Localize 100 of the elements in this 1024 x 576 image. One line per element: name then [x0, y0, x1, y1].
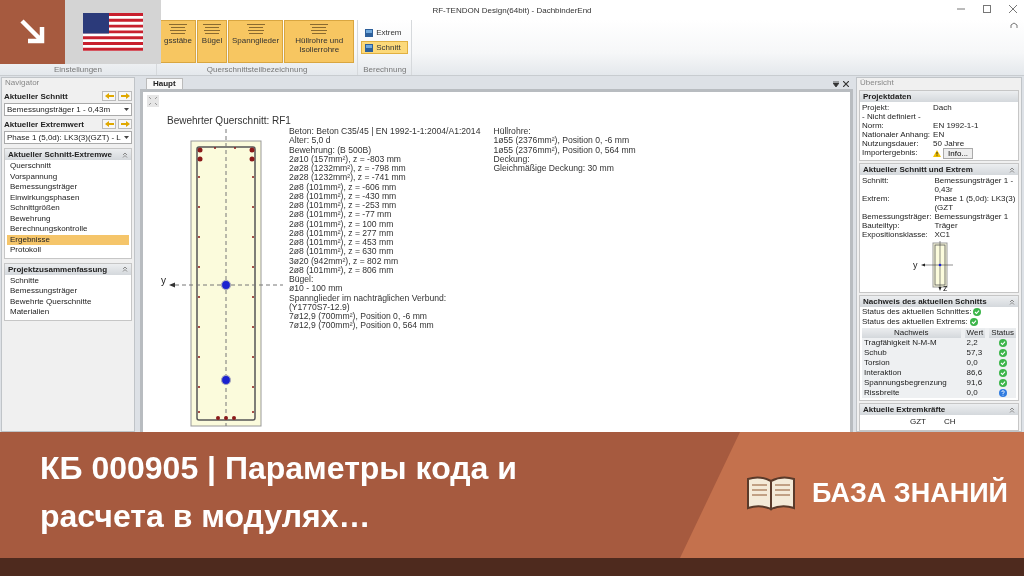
previous-button[interactable] [102, 91, 116, 101]
section-header[interactable]: Nachweis des aktuellen Schnitts [860, 296, 1018, 307]
text-line: 2ø10 (157mm²), z = -803 mm [289, 154, 402, 164]
table-cell-text: Schub [863, 348, 888, 358]
info-button[interactable]: Info... [943, 148, 974, 159]
property-label: Importergebnis: [862, 148, 919, 159]
status-label: Status des aktuellen Extrems: [862, 317, 968, 327]
ribbon-button[interactable]: gsstäbe [160, 20, 197, 63]
maximize-icon[interactable] [982, 4, 992, 14]
arrow-right-icon [120, 93, 130, 99]
navigator-item[interactable]: Bemessungsträger [7, 182, 129, 193]
property-label: Projekt: [862, 103, 891, 112]
navigator-item[interactable]: Einwirkungsphasen [7, 192, 129, 203]
text-line: 2ø8 (101mm²), z = 453 mm [289, 238, 395, 248]
dropdown-icon[interactable] [833, 81, 839, 87]
extreme-dropdown[interactable]: Phase 1 (5,0d): LK3(3)(GZT) - L [4, 131, 132, 144]
collapse-icon [122, 151, 128, 158]
table-cell-text: Tragfähigkeit N-M-M [863, 338, 938, 348]
navigator-item[interactable]: Berechnungskontrolle [7, 224, 129, 235]
close-icon[interactable] [1008, 4, 1018, 14]
text-line: 2ø8 (101mm²), z = 806 mm [289, 265, 395, 275]
navigator-item[interactable]: Schnittgrößen [7, 203, 129, 214]
text-line: 1ø55 (2376mm²), Position 0, -6 mm [493, 136, 631, 146]
table-cell-text: 91,6 [965, 378, 984, 388]
next-button[interactable] [118, 119, 132, 129]
property-value: Bemessungsträger 1 [934, 212, 1010, 221]
property-value: EN 1992-1-1 [933, 121, 980, 130]
property-label: Bemessungsträger: [862, 212, 932, 221]
text-line: 2ø28 (1232mm²), z = -741 mm [289, 173, 407, 183]
collapse-icon [1009, 298, 1015, 305]
table-cell-text: 57,3 [965, 348, 984, 358]
navigator-item[interactable]: Materialien [7, 307, 129, 318]
panel-title: Navigator [4, 78, 41, 88]
ribbon-button[interactable]: Hüllrohre und Isolierrohre [284, 20, 355, 63]
property-value: Phase 1 (5,0d): LK3(3)(GZT [934, 194, 1016, 212]
text-line: 7ø12,9 (700mm²), Position 0, -6 mm [289, 312, 429, 322]
navigator-item[interactable]: Bemessungsträger [7, 286, 129, 297]
section-title: Bewehrter Querschnitt: RF1 [167, 115, 292, 126]
text-line: 3ø20 (942mm²), z = 802 mm [289, 256, 400, 266]
axis-label: y [161, 275, 166, 286]
navigator-item[interactable]: Bewehrung [7, 213, 129, 224]
table-cell-text: Torsion [863, 358, 891, 368]
section-dropdown[interactable]: Bemessungsträger 1 - 0,43m [4, 103, 132, 116]
property-value: Bemessungsträger 1 - 0,43r [934, 176, 1015, 194]
property-label: Extrem: [862, 194, 891, 205]
navigator-item[interactable]: Schnitte [7, 275, 129, 286]
section-header[interactable]: Projektzusammenfassung [5, 263, 131, 275]
navigator-item[interactable]: Protokoll [7, 245, 129, 256]
text-line: 2ø8 (101mm²), z = 630 mm [289, 247, 395, 257]
text-line: Deckung: [493, 154, 530, 164]
section-header[interactable]: Projektdaten [860, 91, 1018, 102]
field-label: Aktueller Schnitt [4, 91, 69, 101]
section-header[interactable]: Aktuelle Extremkräfte [860, 404, 1018, 415]
caret-icon [124, 108, 129, 111]
collapse-icon [1009, 406, 1015, 413]
navigator-item[interactable]: Ergebnisse [7, 234, 129, 245]
text-line: Alter: 5,0 d [289, 136, 332, 146]
ribbon-option[interactable]: Extrem [361, 26, 409, 39]
book-icon [746, 475, 796, 511]
close-icon[interactable] [843, 81, 849, 87]
ribbon-option[interactable]: Schnitt [361, 41, 409, 54]
text-line: (Y1770S7-12.9) [289, 302, 350, 312]
section-header[interactable]: Aktueller Schnitt und Extrem [860, 164, 1018, 175]
previous-button[interactable] [102, 119, 116, 129]
section-header[interactable]: Aktueller Schnitt-Extremwe [5, 149, 131, 160]
property-value: EN [933, 130, 946, 139]
text-line: ø10 - 100 mm [289, 284, 344, 294]
group-label: Querschnittsteilbezeichnung [205, 65, 309, 74]
ribbon-button[interactable]: Bügel [197, 20, 228, 63]
navigator-item[interactable]: Bewehrte Querschnitte [7, 296, 129, 307]
preview-icon [201, 23, 224, 35]
axis-label: y [913, 260, 918, 270]
property-label: Nutzungsdauer: [862, 139, 920, 148]
property-value: Träger [934, 221, 959, 230]
ribbon-button[interactable]: Spannglieder [228, 20, 284, 63]
collapse-icon[interactable] [1010, 22, 1018, 29]
cross-section-drawing [921, 241, 954, 291]
navigator-item[interactable]: Vorspannung [7, 171, 129, 182]
next-button[interactable] [118, 91, 132, 101]
text-line: 2ø8 (101mm²), z = 100 mm [289, 219, 395, 229]
text-line: Beton: Beton C35/45 | EN 1992-1-1:2004/A1:2014 [289, 127, 481, 136]
preview-icon [308, 23, 331, 35]
navigator-item[interactable]: Querschnitt [7, 161, 129, 172]
panel-title: Übersicht [859, 78, 895, 88]
property-label: Schnitt: [862, 176, 890, 187]
table-cell-text: 0,0 [965, 358, 979, 368]
warning-icon [933, 150, 942, 157]
fit-view-icon[interactable] [147, 95, 159, 107]
group-label: Berechnung [362, 65, 408, 74]
axis-label: z [943, 283, 948, 291]
text-line: Bügel: [289, 275, 314, 285]
preview-icon [167, 23, 189, 35]
text-line: 2ø8 (101mm²), z = -253 mm [289, 201, 398, 211]
flag-icon [83, 13, 143, 51]
banner-title: КБ 000905 | Параметры кода и расчета в модулях… [39, 449, 518, 536]
text-line: Spannglieder im nachträglichen Verbund: [289, 293, 448, 303]
arrow-left-icon [104, 121, 114, 127]
text-line: 2ø28 (1232mm²), z = -798 mm [289, 164, 407, 174]
table-cell-text: 86,6 [965, 368, 984, 378]
caret-icon [124, 136, 129, 139]
